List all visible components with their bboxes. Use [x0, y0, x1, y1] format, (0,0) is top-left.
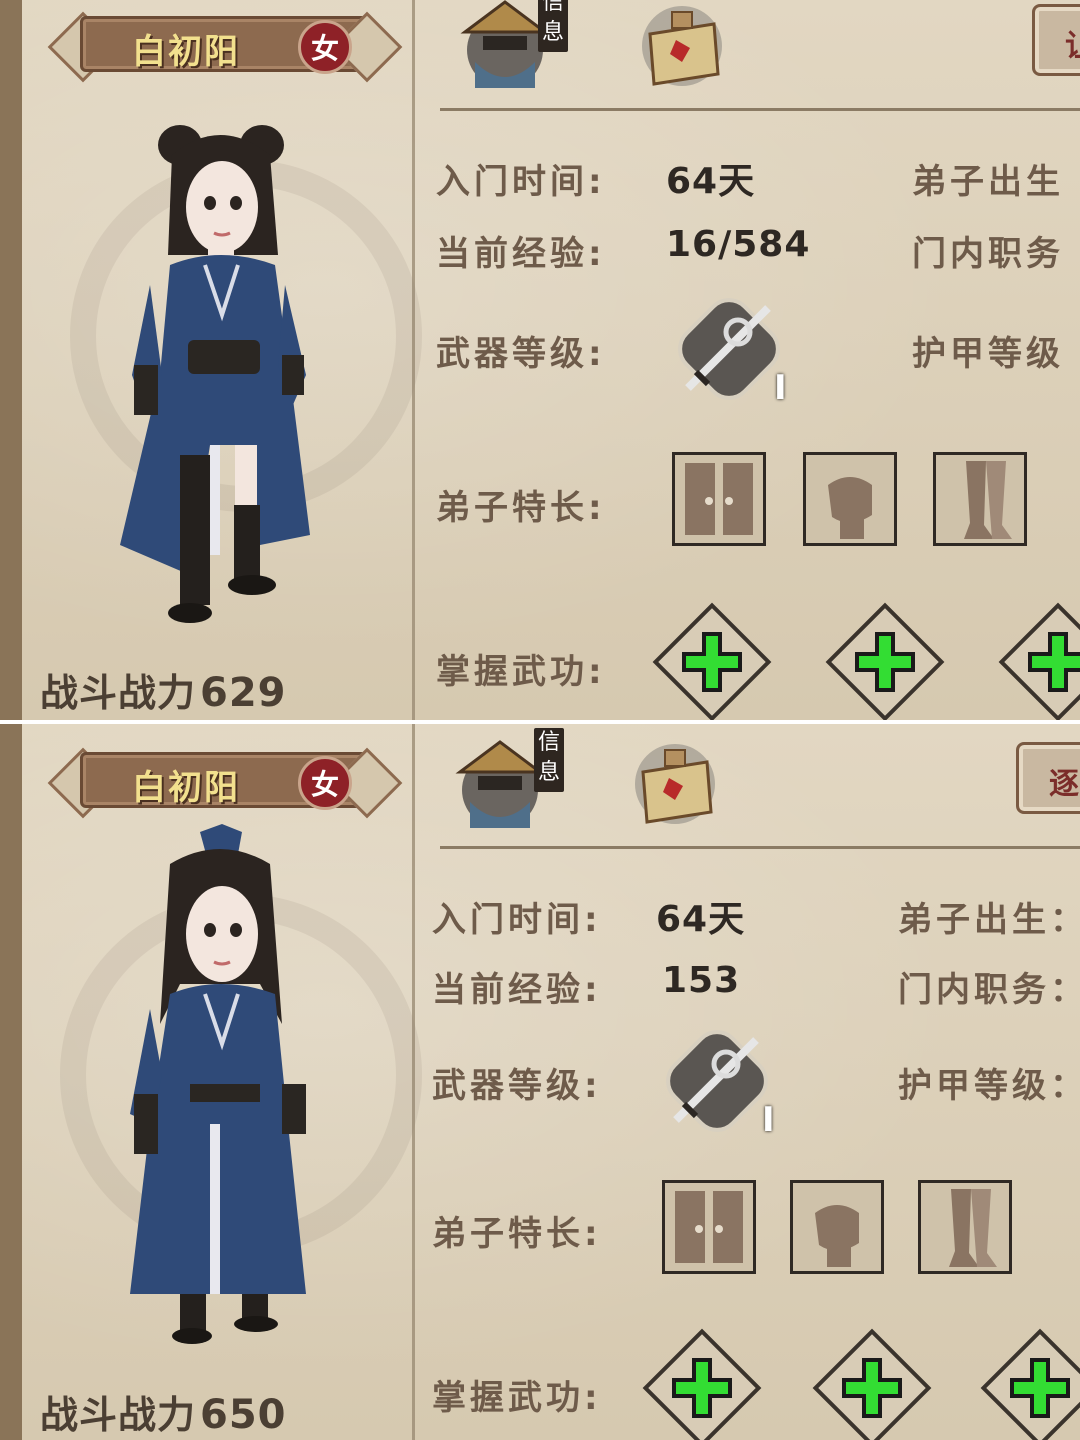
position-label: 门内职务： [898, 970, 1080, 1010]
exp-label: 当前经验: [432, 970, 602, 1010]
name-banner: 白初阳 女 [40, 746, 403, 819]
weapon-level-value: I [774, 368, 788, 408]
traits-label: 弟子特长: [432, 1214, 602, 1254]
name-banner: 白初阳 女 [40, 10, 403, 83]
legs-icon[interactable] [918, 1180, 1012, 1274]
gender-badge: 女 [298, 756, 352, 810]
character-name: 白初阳 [132, 768, 240, 808]
armor-label: 护甲等级 [912, 334, 1064, 374]
scroll-map-icon[interactable] [632, 0, 732, 94]
weapon-level-value: I [762, 1100, 776, 1140]
combat-power-label: 战斗战力 [40, 1393, 197, 1437]
plus-icon[interactable] [988, 592, 1080, 720]
sword-hook-icon[interactable] [668, 288, 790, 410]
armor-label: 护甲等级： [898, 1066, 1080, 1106]
join-time-label: 入门时间: [432, 900, 602, 940]
fist-icon[interactable] [790, 1180, 884, 1274]
sword-hook-icon[interactable] [656, 1020, 778, 1142]
scroll-map-icon[interactable] [625, 732, 725, 832]
exp-value: 16/584 [666, 224, 811, 265]
legs-icon[interactable] [933, 452, 1027, 546]
weapon-level-label: 武器等级: [432, 1066, 602, 1106]
disciple-panel-top: 白初阳 女 战斗战力 629 信息 入门时间: 64天 弟子出生 当前经验: 1… [0, 0, 1080, 720]
martial-arts-label: 掌握武功: [436, 652, 606, 692]
join-time-value: 64天 [656, 899, 746, 940]
join-time-value: 64天 [666, 161, 756, 202]
martial-arts-label: 掌握武功: [432, 1378, 602, 1418]
info-tag[interactable]: 信息 [538, 0, 568, 52]
corner-button-label: 逐 [1049, 767, 1079, 802]
plus-icon[interactable] [970, 1318, 1080, 1440]
birth-label: 弟子出生： [898, 900, 1080, 940]
combat-power: 战斗战力 650 [40, 1384, 287, 1439]
character-name: 白初阳 [132, 32, 240, 72]
combat-power-value: 650 [200, 1392, 287, 1438]
character-portrait [130, 824, 306, 1344]
plus-icon[interactable] [642, 592, 782, 720]
birth-label: 弟子出生 [912, 162, 1064, 202]
combat-power-value: 629 [200, 670, 287, 716]
exp-value: 153 [662, 960, 741, 1001]
header-rule [440, 846, 1080, 849]
corner-action-button[interactable]: 逐 [1016, 742, 1080, 814]
plus-icon[interactable] [632, 1318, 772, 1440]
exp-label: 当前经验: [436, 234, 606, 274]
panel-edge [0, 724, 22, 1440]
corner-action-button[interactable]: 让 [1032, 4, 1080, 76]
corner-button-label: 让 [1065, 21, 1080, 65]
character-portrait [120, 125, 310, 623]
fist-icon[interactable] [803, 452, 897, 546]
info-tag[interactable]: 信息 [534, 728, 564, 792]
position-label: 门内职务 [912, 234, 1064, 274]
header-rule [440, 108, 1080, 111]
disciple-panel-bottom: 白初阳 女 战斗战力 650 信息 逐 入门时间: 64天 弟子出生： 当前经验… [0, 720, 1080, 1440]
plus-icon[interactable] [815, 592, 955, 720]
plus-icon[interactable] [802, 1318, 942, 1440]
gender-badge: 女 [298, 20, 352, 74]
panel-edge [0, 0, 22, 720]
combat-power-label: 战斗战力 [40, 671, 197, 715]
weapon-level-label: 武器等级: [436, 334, 606, 374]
gate-door-icon[interactable] [672, 452, 766, 546]
combat-power: 战斗战力 629 [40, 662, 287, 717]
traits-label: 弟子特长: [436, 488, 606, 528]
gate-door-icon[interactable] [662, 1180, 756, 1274]
join-time-label: 入门时间: [436, 162, 606, 202]
